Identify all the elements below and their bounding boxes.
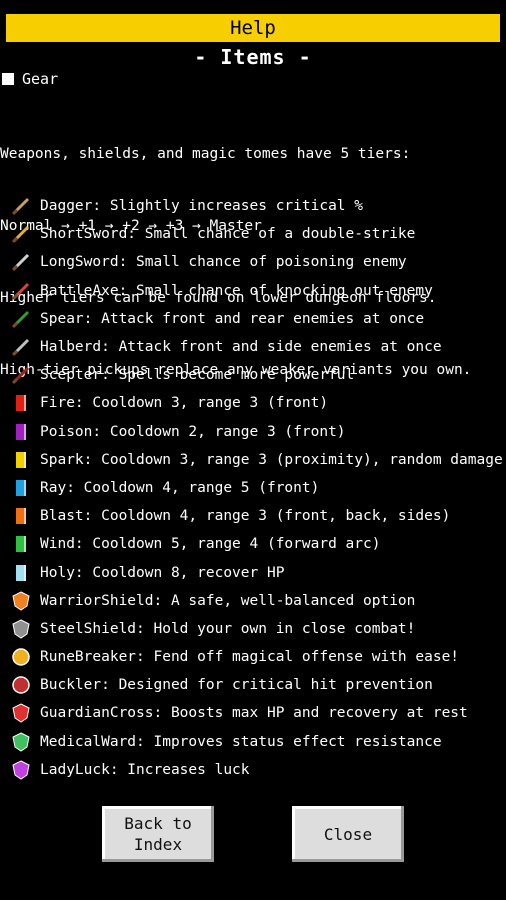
shortsword-icon [10,223,32,245]
item-description: Fire: Cooldown 3, range 3 (front) [40,395,329,412]
item-description: Spear: Attack front and rear enemies at … [40,310,425,327]
item-description: Buckler: Designed for critical hit preve… [40,677,433,694]
item-description: RuneBreaker: Fend off magical offense wi… [40,649,460,666]
square-bullet-icon [2,73,14,85]
item-description: Poison: Cooldown 2, range 3 (front) [40,423,346,440]
longsword-icon [10,251,32,273]
item-description: LongSword: Small chance of poisoning ene… [40,254,407,271]
item-entry: Fire: Cooldown 3, range 3 (front) [10,389,503,417]
item-entry: Holy: Cooldown 8, recover HP [10,558,503,586]
item-description: Halberd: Attack front and side enemies a… [40,339,442,356]
item-entry: Scepter: Spells become more powerful [10,361,503,389]
spear-icon [10,308,32,330]
item-entry: MedicalWard: Improves status effect resi… [10,728,503,756]
item-description: ShortSword: Small chance of a double-str… [40,226,416,243]
item-entry: SteelShield: Hold your own in close comb… [10,615,503,643]
holy-tome-icon [10,562,32,584]
spark-tome-icon [10,449,32,471]
item-entry: Spear: Attack front and rear enemies at … [10,305,503,333]
item-description: WarriorShield: A safe, well-balanced opt… [40,592,416,609]
back-button-label: Back to Index [124,814,192,854]
back-to-index-button[interactable]: Back to Index [102,806,214,862]
item-description: LadyLuck: Increases luck [40,761,250,778]
warriorshield-icon [10,590,32,612]
item-description: GuardianCross: Boosts max HP and recover… [40,705,468,722]
item-description: BattleAxe: Small chance of knocking out … [40,282,433,299]
poison-tome-icon [10,421,32,443]
item-description: Blast: Cooldown 4, range 3 (front, back,… [40,508,451,525]
item-entry: RuneBreaker: Fend off magical offense wi… [10,643,503,671]
buckler-icon [10,674,32,696]
help-title: Help [230,17,276,39]
item-description: Spark: Cooldown 3, range 3 (proximity), … [40,451,503,468]
help-title-bar: Help [6,14,500,42]
item-entry: GuardianCross: Boosts max HP and recover… [10,699,503,727]
wind-tome-icon [10,533,32,555]
item-list: Dagger: Slightly increases critical % Sho… [10,192,503,784]
runebreaker-icon [10,646,32,668]
item-entry: ShortSword: Small chance of a double-str… [10,220,503,248]
item-entry: WarriorShield: A safe, well-balanced opt… [10,587,503,615]
close-button[interactable]: Close [292,806,404,862]
gear-heading: Gear [2,70,58,88]
section-title: - Items - [194,45,312,69]
item-description: SteelShield: Hold your own in close comb… [40,620,416,637]
steelshield-icon [10,618,32,640]
scepter-icon [10,364,32,386]
item-description: Scepter: Spells become more powerful [40,367,355,384]
dagger-icon [10,195,32,217]
halberd-icon [10,336,32,358]
item-entry: LongSword: Small chance of poisoning ene… [10,248,503,276]
item-entry: Buckler: Designed for critical hit preve… [10,671,503,699]
item-entry: Halberd: Attack front and side enemies a… [10,333,503,361]
item-description: Holy: Cooldown 8, recover HP [40,564,285,581]
item-entry: Spark: Cooldown 3, range 3 (proximity), … [10,446,503,474]
fire-tome-icon [10,392,32,414]
item-entry: LadyLuck: Increases luck [10,756,503,784]
intro-line: Weapons, shields, and magic tomes have 5… [0,146,411,162]
item-entry: Wind: Cooldown 5, range 4 (forward arc) [10,530,503,558]
item-entry: Poison: Cooldown 2, range 3 (front) [10,418,503,446]
item-entry: Dagger: Slightly increases critical % [10,192,503,220]
gear-label: Gear [22,70,59,88]
item-entry: Blast: Cooldown 4, range 3 (front, back,… [10,502,503,530]
blast-tome-icon [10,505,32,527]
item-description: Wind: Cooldown 5, range 4 (forward arc) [40,536,381,553]
item-entry: BattleAxe: Small chance of knocking out … [10,277,503,305]
guardiancross-icon [10,702,32,724]
item-description: MedicalWard: Improves status effect resi… [40,733,442,750]
item-entry: Ray: Cooldown 4, range 5 (front) [10,474,503,502]
item-description: Ray: Cooldown 4, range 5 (front) [40,479,320,496]
ray-tome-icon [10,477,32,499]
ladyluck-icon [10,759,32,781]
close-button-label: Close [323,824,373,844]
battleaxe-icon [10,280,32,302]
medicalward-icon [10,731,32,753]
item-description: Dagger: Slightly increases critical % [40,198,364,215]
